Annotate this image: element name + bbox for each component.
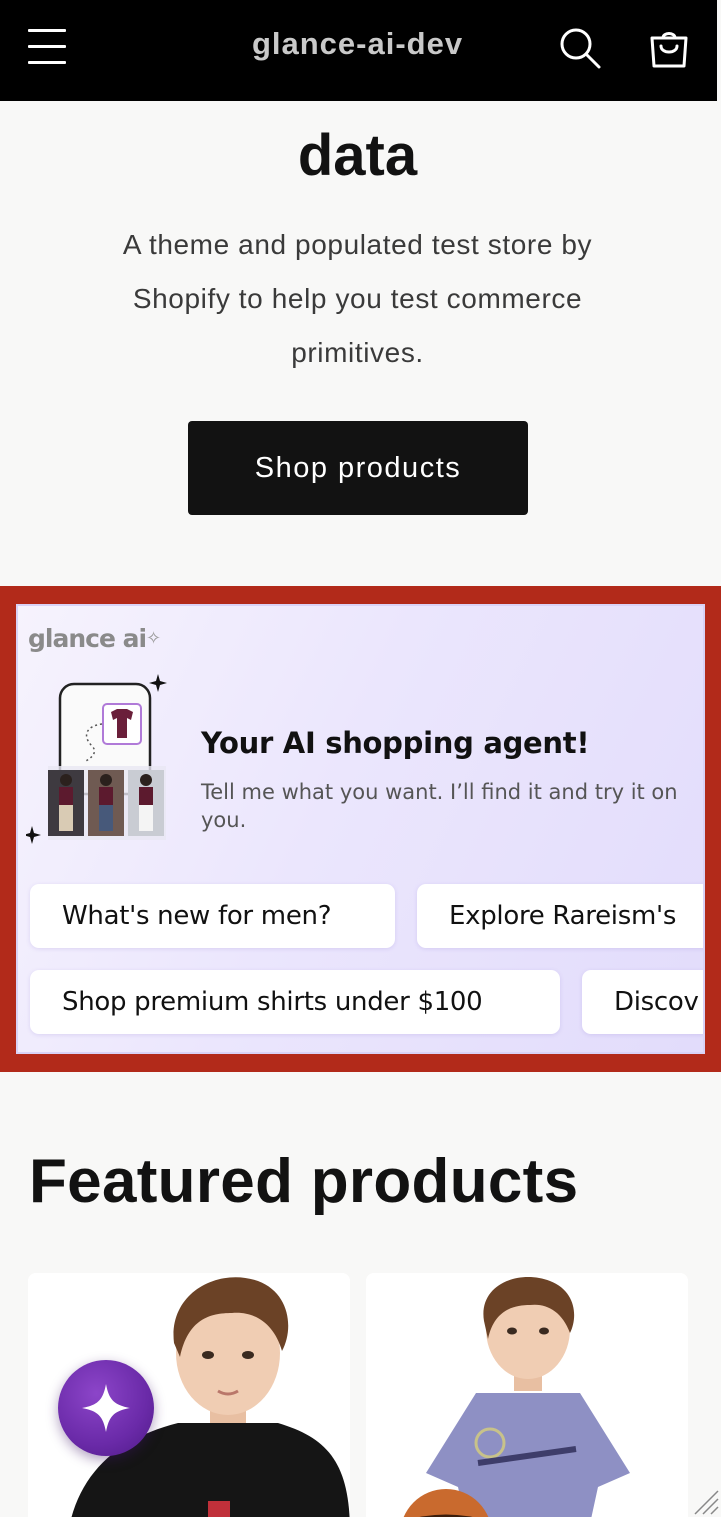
hero-description: A theme and populated test store by Shop… bbox=[122, 229, 593, 368]
suggestion-chip[interactable]: Discov bbox=[582, 970, 703, 1034]
featured-products-title: Featured products bbox=[29, 1147, 579, 1216]
glance-ai-widget-frame: glance ai ✧ Your AI shopping agent! Tell… bbox=[0, 586, 721, 1072]
try-on-illustration bbox=[23, 666, 176, 856]
shop-products-button[interactable]: Shop products bbox=[188, 421, 528, 515]
resize-grip-icon[interactable] bbox=[691, 1487, 719, 1515]
sparkle-icon bbox=[82, 1384, 130, 1432]
glance-ai-logo: glance ai bbox=[28, 624, 147, 653]
sparkle-icon: ✧ bbox=[146, 628, 162, 648]
search-icon[interactable] bbox=[558, 26, 602, 70]
glance-ai-widget[interactable]: glance ai ✧ Your AI shopping agent! Tell… bbox=[16, 604, 705, 1054]
store-name[interactable]: glance-ai-dev bbox=[0, 26, 715, 62]
suggestion-chip[interactable]: Explore Rareism's bbox=[417, 884, 703, 948]
widget-title: Your AI shopping agent! bbox=[201, 726, 590, 760]
widget-subtitle: Tell me what you want. I’ll find it and … bbox=[201, 780, 678, 832]
cart-bag-icon[interactable] bbox=[645, 24, 693, 72]
product-card[interactable] bbox=[366, 1273, 688, 1517]
glance-ai-floating-button[interactable] bbox=[58, 1360, 154, 1456]
site-header: glance-ai-dev bbox=[0, 0, 721, 101]
suggestion-chip[interactable]: What's new for men? bbox=[30, 884, 395, 948]
suggestion-chip[interactable]: Shop premium shirts under $100 bbox=[30, 970, 560, 1034]
hero-title: data bbox=[297, 123, 418, 188]
product-image bbox=[366, 1273, 688, 1517]
